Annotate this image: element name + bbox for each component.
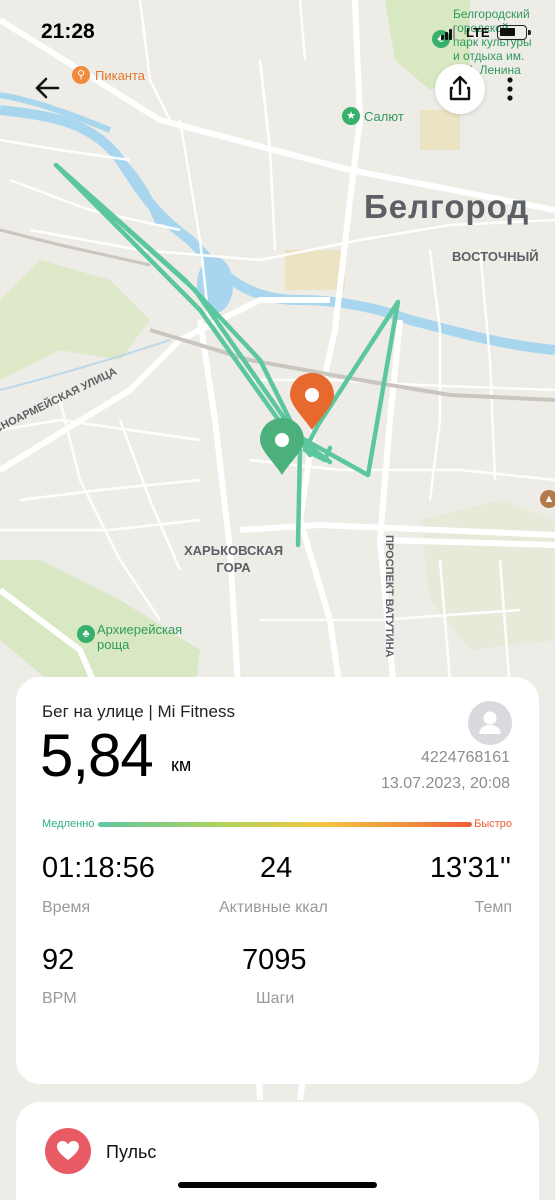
workout-datetime: 13.07.2023, 20:08 [380,775,510,792]
back-arrow-icon [35,77,60,99]
share-icon [449,75,471,101]
back-button[interactable] [28,70,68,106]
street-label-vatutina: ПРОСПЕКТ ВАТУТИНА [383,535,395,658]
education-icon: ▲ [540,490,555,508]
battery-icon [497,25,531,40]
distance-value: 5,84 [40,722,154,789]
district-label-kharkov: ХАРЬКОВСКАЯ ГОРА [184,543,284,575]
status-time: 21:28 [41,20,95,43]
city-label: Белгород [364,188,530,225]
stat-time-label: Время [42,899,91,916]
pace-fast-label: Быстро [474,818,512,830]
workout-title: Бег на улице | Mi Fitness [42,702,235,721]
stat-pace-label: Темп [474,899,512,916]
district-label-east: ВОСТОЧНЫЙ [452,249,539,264]
network-label: LTE [466,25,490,40]
grove-icon: ♣ [77,625,95,643]
poi-picanta-label: Пиканта [95,68,146,83]
status-bar: 21:28 LTE [0,0,555,62]
restaurant-icon: ⚲ [72,66,90,84]
stat-bpm-label: BPM [42,990,77,1007]
shop-icon: ★ [342,107,360,125]
poi-grove-label: Архиерейская роща [97,622,183,652]
poi-salut-label: Салют [364,109,404,124]
pace-slow-label: Медленно [42,818,95,830]
workout-summary-card: Бег на улице | Mi Fitness 5,84 км 422476… [16,677,539,1084]
pace-gradient-bar [98,822,472,827]
more-vertical-icon [507,77,513,101]
stat-kcal-value: 24 [260,852,293,884]
user-id: 4224768161 [421,749,510,766]
signal-icon [441,26,455,40]
pulse-label: Пульс [106,1142,157,1162]
home-indicator[interactable] [178,1182,377,1188]
stat-time-value: 01:18:56 [42,852,155,884]
stat-pace-value: 13'31'' [429,852,511,884]
share-button[interactable] [435,64,485,114]
more-button[interactable] [494,66,526,112]
stat-steps-value: 7095 [242,944,307,976]
stat-kcal-label: Активные ккал [219,899,328,916]
heart-icon [57,1141,79,1160]
user-avatar[interactable] [468,701,512,745]
pulse-icon-circle [45,1128,91,1174]
stat-steps-label: Шаги [256,990,295,1007]
user-avatar-icon [479,711,501,734]
distance-unit: км [171,755,192,775]
stat-bpm-value: 92 [42,944,75,976]
